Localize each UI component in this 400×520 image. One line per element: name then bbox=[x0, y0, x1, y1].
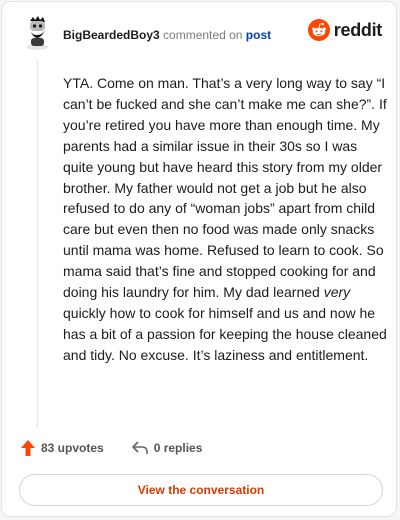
comment-body: YTA. Come on man. That’s a very long way… bbox=[63, 73, 389, 366]
reply-arrow-icon bbox=[131, 441, 148, 454]
comment-footer: 83 upvotes 0 replies bbox=[21, 440, 202, 456]
upvote-count: 83 upvotes bbox=[41, 441, 104, 455]
action-text: commented on bbox=[163, 28, 243, 42]
reddit-snoo-icon bbox=[307, 19, 330, 41]
replies-group[interactable]: 0 replies bbox=[131, 441, 203, 455]
comment-text-before: YTA. Come on man. That’s a very long way… bbox=[63, 75, 387, 301]
comment-header: BigBeardedBoy3 commented on post reddit bbox=[2, 2, 396, 66]
author-name[interactable]: BigBeardedBoy3 bbox=[63, 28, 160, 42]
author-line: BigBeardedBoy3 commented on post bbox=[63, 28, 271, 42]
user-avatar[interactable] bbox=[22, 16, 52, 50]
comment-card: BigBeardedBoy3 commented on post reddit … bbox=[1, 1, 397, 517]
reddit-logo[interactable]: reddit bbox=[307, 19, 383, 41]
upvote-group[interactable]: 83 upvotes bbox=[21, 440, 104, 456]
thread-line bbox=[37, 60, 38, 428]
comment-text-emphasis: very bbox=[323, 284, 351, 301]
comment-text: YTA. Come on man. That’s a very long way… bbox=[63, 73, 389, 366]
post-link[interactable]: post bbox=[246, 28, 271, 42]
view-conversation-button[interactable]: View the conversation bbox=[19, 474, 383, 506]
reply-count: 0 replies bbox=[153, 441, 203, 455]
avatar-icon bbox=[26, 16, 48, 50]
upvote-arrow-icon bbox=[21, 440, 35, 456]
reddit-wordmark: reddit bbox=[333, 19, 383, 40]
comment-text-after: quickly how to cook for himself and us a… bbox=[63, 304, 387, 363]
